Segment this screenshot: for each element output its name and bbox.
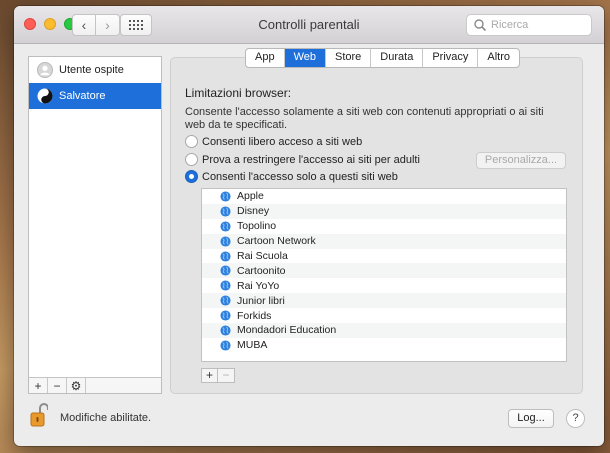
parental-controls-window: ‹ › Controlli parentali Ricerca Utente o… bbox=[14, 6, 604, 446]
site-name: Rai YoYo bbox=[237, 279, 280, 292]
site-item-cartoon-network[interactable]: Cartoon Network bbox=[202, 233, 566, 249]
unlocked-padlock-icon[interactable] bbox=[30, 402, 48, 428]
globe-icon bbox=[220, 206, 231, 217]
gear-icon: ⚙ bbox=[70, 378, 82, 393]
user-name: Utente ospite bbox=[59, 64, 124, 76]
yin-yang-avatar-icon bbox=[37, 88, 53, 104]
globe-icon bbox=[220, 340, 231, 351]
option-limit-adult[interactable]: Prova a restringere l'accesso ai siti pe… bbox=[185, 153, 420, 166]
site-item-junior-libri[interactable]: Junior libri bbox=[202, 293, 566, 309]
site-name: Rai Scuola bbox=[237, 250, 288, 262]
globe-icon bbox=[220, 250, 231, 262]
option-unrestricted[interactable]: Consenti libero acceso a siti web bbox=[185, 135, 362, 148]
section-description: Consente l'accesso solamente a siti web … bbox=[185, 106, 544, 131]
tab-bar: App Web Store Durata Privacy Altro bbox=[245, 48, 521, 68]
globe-icon bbox=[220, 280, 231, 291]
globe-icon bbox=[220, 236, 231, 247]
site-name: MUBA bbox=[237, 339, 268, 352]
site-name: Disney bbox=[237, 205, 270, 218]
section-title: Limitazioni browser: bbox=[185, 86, 292, 100]
site-name: Junior libri bbox=[237, 294, 285, 307]
globe-icon bbox=[220, 310, 231, 321]
allowed-sites-list: Apple Disney Topolino Cartoon Network Ra… bbox=[201, 188, 567, 362]
site-item-forkids[interactable]: Forkids bbox=[202, 308, 566, 323]
radio-unrestricted[interactable] bbox=[185, 135, 198, 148]
lock-status-label: Modifiche abilitate. bbox=[60, 412, 152, 424]
customize-button[interactable]: Personalizza... bbox=[476, 152, 566, 169]
radio-limit-adult[interactable] bbox=[185, 153, 198, 166]
option-label: Consenti libero acceso a siti web bbox=[202, 135, 363, 148]
user-list: Utente ospite Salvatore + − ⚙ bbox=[28, 56, 162, 394]
site-name: Topolino bbox=[237, 220, 277, 233]
tab-privacy[interactable]: Privacy bbox=[423, 49, 479, 67]
site-item-muba[interactable]: MUBA bbox=[202, 338, 566, 353]
titlebar: ‹ › Controlli parentali Ricerca bbox=[14, 6, 604, 44]
user-options-button[interactable]: ⚙ bbox=[67, 378, 86, 393]
log-button[interactable]: Log... bbox=[508, 409, 554, 428]
site-item-rai-yoyo[interactable]: Rai YoYo bbox=[202, 278, 566, 293]
site-name: Cartoon Network bbox=[237, 235, 316, 248]
remove-site-button[interactable]: − bbox=[218, 368, 235, 383]
site-name: Forkids bbox=[237, 309, 272, 322]
globe-icon bbox=[220, 295, 231, 306]
tab-web[interactable]: Web bbox=[284, 49, 326, 67]
site-item-apple[interactable]: Apple bbox=[202, 189, 566, 204]
guest-avatar-icon bbox=[37, 62, 53, 78]
site-item-cartoonito[interactable]: Cartoonito bbox=[202, 263, 566, 279]
site-item-mondadori-education[interactable]: Mondadori Education bbox=[202, 323, 566, 338]
add-site-button[interactable]: + bbox=[201, 368, 218, 383]
web-panel: Limitazioni browser: Consente l'accesso … bbox=[170, 57, 583, 394]
radio-only-these-sites[interactable] bbox=[185, 170, 198, 183]
search-placeholder: Ricerca bbox=[491, 19, 529, 31]
site-item-topolino[interactable]: Topolino bbox=[202, 219, 566, 234]
user-name: Salvatore bbox=[59, 90, 106, 102]
search-field[interactable]: Ricerca bbox=[466, 14, 592, 36]
user-item-guest[interactable]: Utente ospite bbox=[29, 57, 161, 83]
globe-icon bbox=[220, 191, 231, 202]
globe-icon bbox=[220, 221, 231, 232]
site-name: Apple bbox=[237, 190, 264, 203]
tab-durata[interactable]: Durata bbox=[371, 49, 424, 67]
option-only-these-sites[interactable]: Consenti l'accesso solo a questi siti we… bbox=[185, 170, 398, 183]
tab-app[interactable]: App bbox=[246, 49, 285, 67]
globe-icon bbox=[220, 325, 231, 336]
site-name: Mondadori Education bbox=[237, 324, 337, 337]
remove-user-button[interactable]: − bbox=[48, 378, 67, 393]
search-icon bbox=[474, 19, 487, 32]
tab-altro[interactable]: Altro bbox=[478, 49, 519, 67]
site-name: Cartoonito bbox=[237, 264, 286, 277]
user-list-toolbar: + − ⚙ bbox=[29, 377, 161, 393]
globe-icon bbox=[220, 265, 231, 276]
option-label: Prova a restringere l'accesso ai siti pe… bbox=[202, 153, 420, 166]
add-user-button[interactable]: + bbox=[29, 378, 48, 393]
help-button[interactable]: ? bbox=[566, 409, 585, 428]
option-label: Consenti l'accesso solo a questi siti we… bbox=[202, 170, 398, 183]
site-item-rai-scuola[interactable]: Rai Scuola bbox=[202, 249, 566, 264]
site-list-toolbar: + − bbox=[201, 368, 235, 383]
tab-store[interactable]: Store bbox=[326, 49, 372, 67]
user-item-salvatore[interactable]: Salvatore bbox=[29, 83, 161, 109]
site-item-disney[interactable]: Disney bbox=[202, 203, 566, 219]
